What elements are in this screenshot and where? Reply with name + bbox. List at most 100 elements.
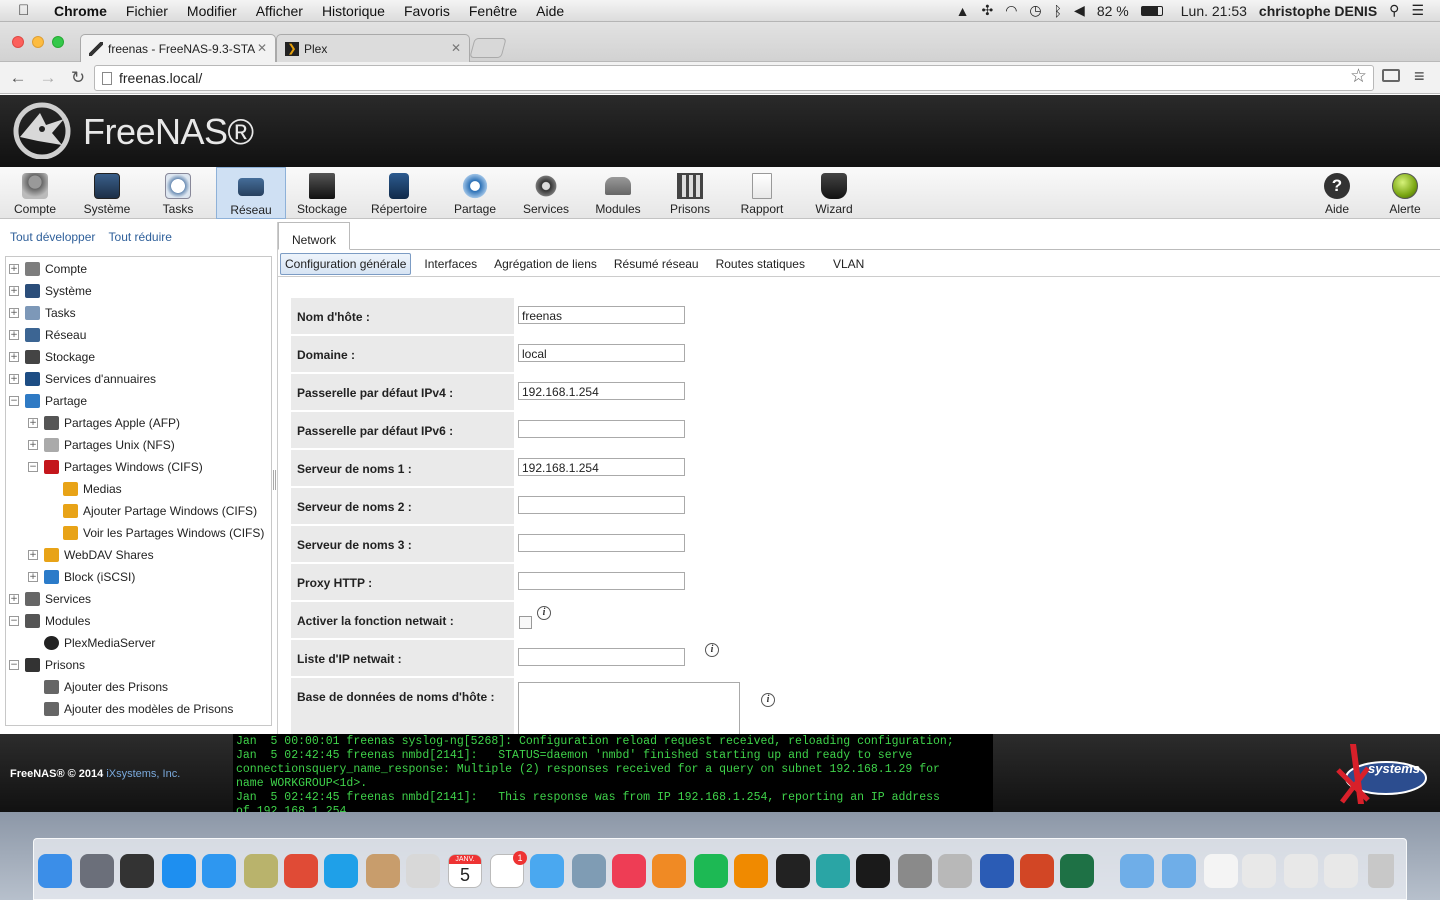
tree-node[interactable]: + WebDAV Shares bbox=[28, 545, 154, 565]
subtab-agregation-de-liens[interactable]: Agrégation de liens bbox=[490, 254, 601, 274]
tree-node[interactable]: PlexMediaServer bbox=[28, 633, 155, 653]
apple-menu-icon[interactable]:  bbox=[18, 2, 40, 19]
expand-icon[interactable]: + bbox=[28, 440, 38, 450]
applications-folder-icon[interactable] bbox=[1120, 854, 1154, 888]
screenshot-2-icon[interactable] bbox=[1284, 854, 1318, 888]
address-bar[interactable]: freenas.local/ bbox=[94, 65, 1374, 91]
trash-icon[interactable] bbox=[1368, 854, 1394, 888]
battery-percent[interactable]: 82 % bbox=[1097, 3, 1129, 19]
system-preferences-icon[interactable] bbox=[898, 854, 932, 888]
nav-reseau[interactable]: Réseau bbox=[216, 167, 286, 219]
word-icon[interactable] bbox=[980, 854, 1014, 888]
browser-tab-freenas[interactable]: freenas - FreeNAS-9.3-STA ✕ bbox=[80, 34, 276, 62]
text-input[interactable]: local bbox=[518, 344, 685, 362]
reminders-icon[interactable]: 1 bbox=[490, 851, 527, 888]
netwait-checkbox[interactable] bbox=[519, 616, 532, 629]
messages-icon[interactable] bbox=[530, 854, 564, 888]
finder-icon[interactable] bbox=[38, 854, 72, 888]
text-input[interactable]: freenas bbox=[518, 306, 685, 324]
menu-fenetre[interactable]: Fenêtre bbox=[469, 3, 517, 19]
tree-node[interactable]: Voir les Partages Windows (CIFS) bbox=[47, 523, 264, 543]
info-icon[interactable]: i bbox=[537, 606, 551, 620]
nav-partage[interactable]: Partage bbox=[445, 167, 505, 219]
browser-tab-plex[interactable]: ❯ Plex ✕ bbox=[276, 34, 470, 62]
text-input[interactable] bbox=[518, 496, 685, 514]
menu-modifier[interactable]: Modifier bbox=[187, 3, 237, 19]
tree-node[interactable]: Ajouter des modèles de Prisons bbox=[28, 699, 233, 719]
chrome-menu-icon[interactable]: ≡ bbox=[1414, 66, 1425, 87]
expand-icon[interactable]: + bbox=[9, 594, 19, 604]
image-capture-icon[interactable] bbox=[572, 854, 606, 888]
expand-icon[interactable]: + bbox=[28, 572, 38, 582]
collapse-icon[interactable]: − bbox=[9, 660, 19, 670]
nav-prisons[interactable]: Prisons bbox=[660, 167, 720, 219]
bookmark-star-icon[interactable]: ☆ bbox=[1350, 65, 1367, 88]
subtab-routes-statiques[interactable]: Routes statiques bbox=[712, 254, 809, 274]
close-window-button[interactable] bbox=[12, 36, 24, 48]
nav-alerte[interactable]: Alerte bbox=[1375, 167, 1435, 219]
notification-center-icon[interactable]: ☰ bbox=[1411, 2, 1424, 19]
tree-node[interactable]: − Partage bbox=[9, 391, 87, 411]
contacts-icon[interactable] bbox=[366, 854, 400, 888]
collapse-icon[interactable]: − bbox=[9, 616, 19, 626]
expand-icon[interactable]: + bbox=[28, 418, 38, 428]
ixsystems-link[interactable]: iXsystems, Inc. bbox=[106, 768, 180, 780]
subtab-configuration-generale[interactable]: Configuration générale bbox=[280, 253, 412, 275]
nav-systeme[interactable]: Système bbox=[72, 167, 142, 219]
tree-node[interactable]: − Prisons bbox=[9, 655, 85, 675]
cast-icon[interactable] bbox=[1382, 69, 1400, 82]
subtab-vlan[interactable]: VLAN bbox=[829, 254, 868, 274]
nav-tasks[interactable]: Tasks bbox=[148, 167, 208, 219]
text-input[interactable] bbox=[518, 420, 685, 438]
spotlight-icon[interactable]: ⚲ bbox=[1389, 2, 1399, 19]
nav-rapport[interactable]: Rapport bbox=[732, 167, 792, 219]
tree-node[interactable]: + Réseau bbox=[9, 325, 86, 345]
tree-node[interactable]: Ajouter Partage Windows (CIFS) bbox=[47, 501, 257, 521]
dropbox-status-icon[interactable]: ✣ bbox=[981, 2, 993, 19]
menu-afficher[interactable]: Afficher bbox=[256, 3, 303, 19]
nav-aide[interactable]: ? Aide bbox=[1307, 167, 1367, 219]
powerpoint-icon[interactable] bbox=[1020, 854, 1054, 888]
collapse-all-link[interactable]: Tout réduire bbox=[109, 230, 172, 244]
nav-stockage[interactable]: Stockage bbox=[290, 167, 354, 219]
tree-node[interactable]: + Block (iSCSI) bbox=[28, 567, 135, 587]
expand-icon[interactable]: + bbox=[9, 352, 19, 362]
battery-icon[interactable] bbox=[1140, 5, 1163, 16]
nav-modules[interactable]: Modules bbox=[588, 167, 648, 219]
subtab-interfaces[interactable]: Interfaces bbox=[420, 254, 481, 274]
hostname-database-textarea[interactable] bbox=[518, 682, 740, 742]
tree-node[interactable]: Medias bbox=[47, 479, 122, 499]
photo-booth-icon[interactable] bbox=[816, 854, 850, 888]
screenshot-1-icon[interactable] bbox=[1242, 854, 1276, 888]
vlc-icon[interactable] bbox=[734, 854, 768, 888]
zoom-window-button[interactable] bbox=[52, 36, 64, 48]
expand-icon[interactable]: + bbox=[9, 264, 19, 274]
nav-services[interactable]: Services bbox=[516, 167, 576, 219]
user-name[interactable]: christophe DENIS bbox=[1259, 3, 1377, 19]
text-input[interactable] bbox=[518, 648, 685, 666]
info-icon[interactable]: i bbox=[761, 693, 775, 707]
excel-icon[interactable] bbox=[1060, 854, 1094, 888]
vlc-status-icon[interactable]: ▲ bbox=[956, 3, 970, 19]
panel-splitter[interactable] bbox=[273, 470, 276, 490]
tree-node[interactable]: + Services d'annuaires bbox=[9, 369, 156, 389]
document-icon[interactable] bbox=[1204, 854, 1238, 888]
tree-node[interactable]: + Services bbox=[9, 589, 91, 609]
plex-icon[interactable] bbox=[776, 854, 810, 888]
menu-aide[interactable]: Aide bbox=[536, 3, 564, 19]
tree-node[interactable]: + Tasks bbox=[9, 303, 76, 323]
expand-icon[interactable]: + bbox=[9, 286, 19, 296]
chrome-icon[interactable] bbox=[284, 854, 318, 888]
wifi-icon[interactable]: ◠ bbox=[1005, 2, 1017, 19]
clock[interactable]: Lun. 21:53 bbox=[1181, 3, 1247, 19]
bluetooth-icon[interactable]: ᛒ bbox=[1054, 3, 1062, 19]
nav-repertoire[interactable]: Répertoire bbox=[365, 167, 433, 219]
tree-node[interactable]: − Modules bbox=[9, 611, 90, 631]
nav-compte[interactable]: Compte bbox=[5, 167, 65, 219]
reload-icon[interactable]: ↻ bbox=[66, 68, 90, 88]
launchpad-icon[interactable] bbox=[80, 854, 114, 888]
new-tab-button[interactable] bbox=[469, 38, 507, 58]
volume-icon[interactable]: ◀ bbox=[1074, 2, 1085, 19]
expand-icon[interactable]: + bbox=[9, 330, 19, 340]
scrivener-icon[interactable] bbox=[938, 854, 972, 888]
